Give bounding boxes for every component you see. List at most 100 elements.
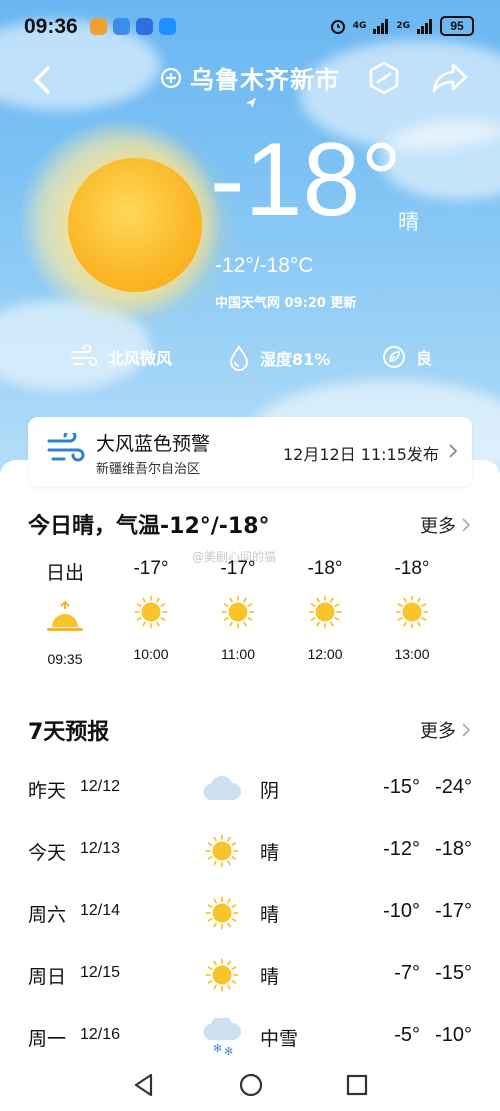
day-condition: 晴 — [260, 904, 280, 926]
day-low: -10° — [435, 1024, 472, 1046]
hourly-item: -18° 13:00 — [372, 558, 452, 662]
hour-time: 10:00 — [133, 646, 169, 662]
snow-cloud-icon: ✻ ✻ — [203, 1018, 241, 1056]
day-condition: 阴 — [260, 780, 280, 802]
day-date: 12/14 — [80, 902, 121, 919]
hour-temperature: -17° — [133, 558, 169, 579]
weibo-icon — [90, 18, 107, 35]
more-label: 更多 — [420, 516, 456, 537]
cloud-icon — [203, 775, 242, 801]
hour-time: 12:00 — [307, 646, 343, 662]
day-low: -17° — [435, 900, 472, 922]
day-low: -15° — [435, 962, 472, 984]
day-high: -12° — [383, 838, 420, 860]
sun-icon — [308, 595, 342, 629]
sun-icon — [134, 595, 168, 629]
sun-icon — [205, 896, 239, 930]
air-quality-metric[interactable]: 良 — [382, 345, 432, 369]
network-2g-label: 2G — [396, 21, 410, 31]
day-low: -24° — [435, 776, 472, 798]
forecast-row[interactable]: 周日 12/15 晴 -7° -15° — [0, 950, 500, 1000]
wind-warning-icon — [47, 433, 85, 462]
forecast-row[interactable]: 周六 12/14 晴 -10° -17° — [0, 888, 500, 938]
day-date: 12/16 — [80, 1026, 121, 1043]
hour-time: 09:35 — [47, 651, 83, 667]
share-icon[interactable] — [430, 60, 470, 96]
today-title: 今日晴，气温-12°/-18° — [28, 514, 270, 539]
humidity-metric[interactable]: 湿度81% — [228, 345, 330, 371]
hourly-item: -18° 12:00 — [285, 558, 365, 662]
water-drop-icon — [229, 345, 249, 371]
day-name: 昨天 — [28, 780, 67, 802]
sunrise-icon — [47, 600, 83, 631]
sun-icon — [395, 595, 429, 629]
weather-metrics: 北风微风 湿度81% 良 — [0, 345, 500, 379]
day-name: 周日 — [28, 966, 67, 988]
forecast-title: 7天预报 — [28, 720, 110, 745]
status-indicators: 4G 2G 95 — [329, 16, 474, 36]
alert-title: 大风蓝色预警 — [96, 433, 211, 455]
forecast-more-button[interactable]: 更多 — [420, 717, 470, 743]
nav-home-icon[interactable] — [238, 1072, 264, 1098]
hour-time: 13:00 — [394, 646, 430, 662]
wind-metric[interactable]: 北风微风 — [70, 345, 172, 369]
day-name: 周一 — [28, 1028, 67, 1050]
alert-published: 12月12日 11:15发布 — [283, 445, 439, 464]
status-time: 09:36 — [24, 15, 78, 38]
sun-icon — [205, 958, 239, 992]
app-icon — [136, 18, 153, 35]
nav-recents-icon[interactable] — [344, 1072, 370, 1098]
location-arrow-icon — [246, 98, 256, 108]
theme-icon[interactable] — [366, 60, 402, 96]
alarm-icon — [330, 20, 345, 34]
update-info: 中国天气网 09:20 更新 — [215, 296, 357, 311]
current-condition: 晴 — [398, 210, 419, 234]
chevron-right-icon — [462, 518, 470, 532]
forecast-row[interactable]: 今天 12/13 晴 -12° -18° — [0, 826, 500, 876]
day-condition: 中雪 — [260, 1028, 299, 1050]
chevron-right-icon — [449, 444, 458, 458]
hourly-item: -17° 10:00 — [111, 558, 191, 662]
day-date: 12/15 — [80, 964, 121, 981]
wind-label: 北风微风 — [108, 349, 173, 368]
wind-icon — [71, 345, 98, 366]
day-low: -18° — [435, 838, 472, 860]
leaf-icon — [383, 346, 405, 368]
alert-region: 新疆维吾尔自治区 — [96, 462, 201, 477]
day-name: 今天 — [28, 842, 67, 864]
hour-temperature: -18° — [307, 558, 343, 579]
forecast-row[interactable]: 昨天 12/12 阴 -15° -24° — [0, 764, 500, 814]
forecast-row[interactable]: 周一 12/16 ✻ ✻ 中雪 -5° -10° — [0, 1012, 500, 1062]
sun-icon — [205, 834, 239, 868]
svg-text:✻: ✻ — [224, 1045, 233, 1056]
day-condition: 晴 — [260, 966, 280, 988]
hour-temperature: -18° — [394, 558, 430, 579]
add-location-icon — [160, 67, 182, 88]
system-nav-bar — [0, 1060, 500, 1111]
day-date: 12/12 — [80, 778, 121, 795]
signal-icon — [373, 19, 389, 34]
chevron-right-icon — [462, 723, 470, 737]
city-name: 乌鲁木齐新市 — [190, 66, 340, 94]
today-more-button[interactable]: 更多 — [420, 512, 470, 538]
more-label: 更多 — [420, 721, 456, 742]
sun-icon — [221, 595, 255, 629]
humidity-label: 湿度81% — [260, 350, 331, 369]
day-condition: 晴 — [260, 842, 280, 864]
weather-alert-card[interactable]: 大风蓝色预警 新疆维吾尔自治区 12月12日 11:15发布 — [28, 417, 472, 487]
hour-temperature: -17° — [220, 558, 256, 579]
day-date: 12/13 — [80, 840, 121, 857]
temperature-range: -12°/-18°C — [215, 254, 314, 277]
nav-back-icon[interactable] — [131, 1072, 157, 1098]
city-title[interactable]: 乌鲁木齐新市 — [0, 60, 500, 95]
battery-indicator: 95 — [440, 16, 474, 36]
air-quality-label: 良 — [416, 349, 433, 368]
day-high: -7° — [394, 962, 420, 984]
day-name: 周六 — [28, 904, 67, 926]
svg-text:✻: ✻ — [213, 1042, 222, 1055]
search-app-icon — [159, 18, 176, 35]
signal-icon — [417, 19, 432, 34]
app-icon — [113, 18, 130, 35]
day-high: -15° — [383, 776, 420, 798]
hour-time: 11:00 — [221, 646, 255, 662]
